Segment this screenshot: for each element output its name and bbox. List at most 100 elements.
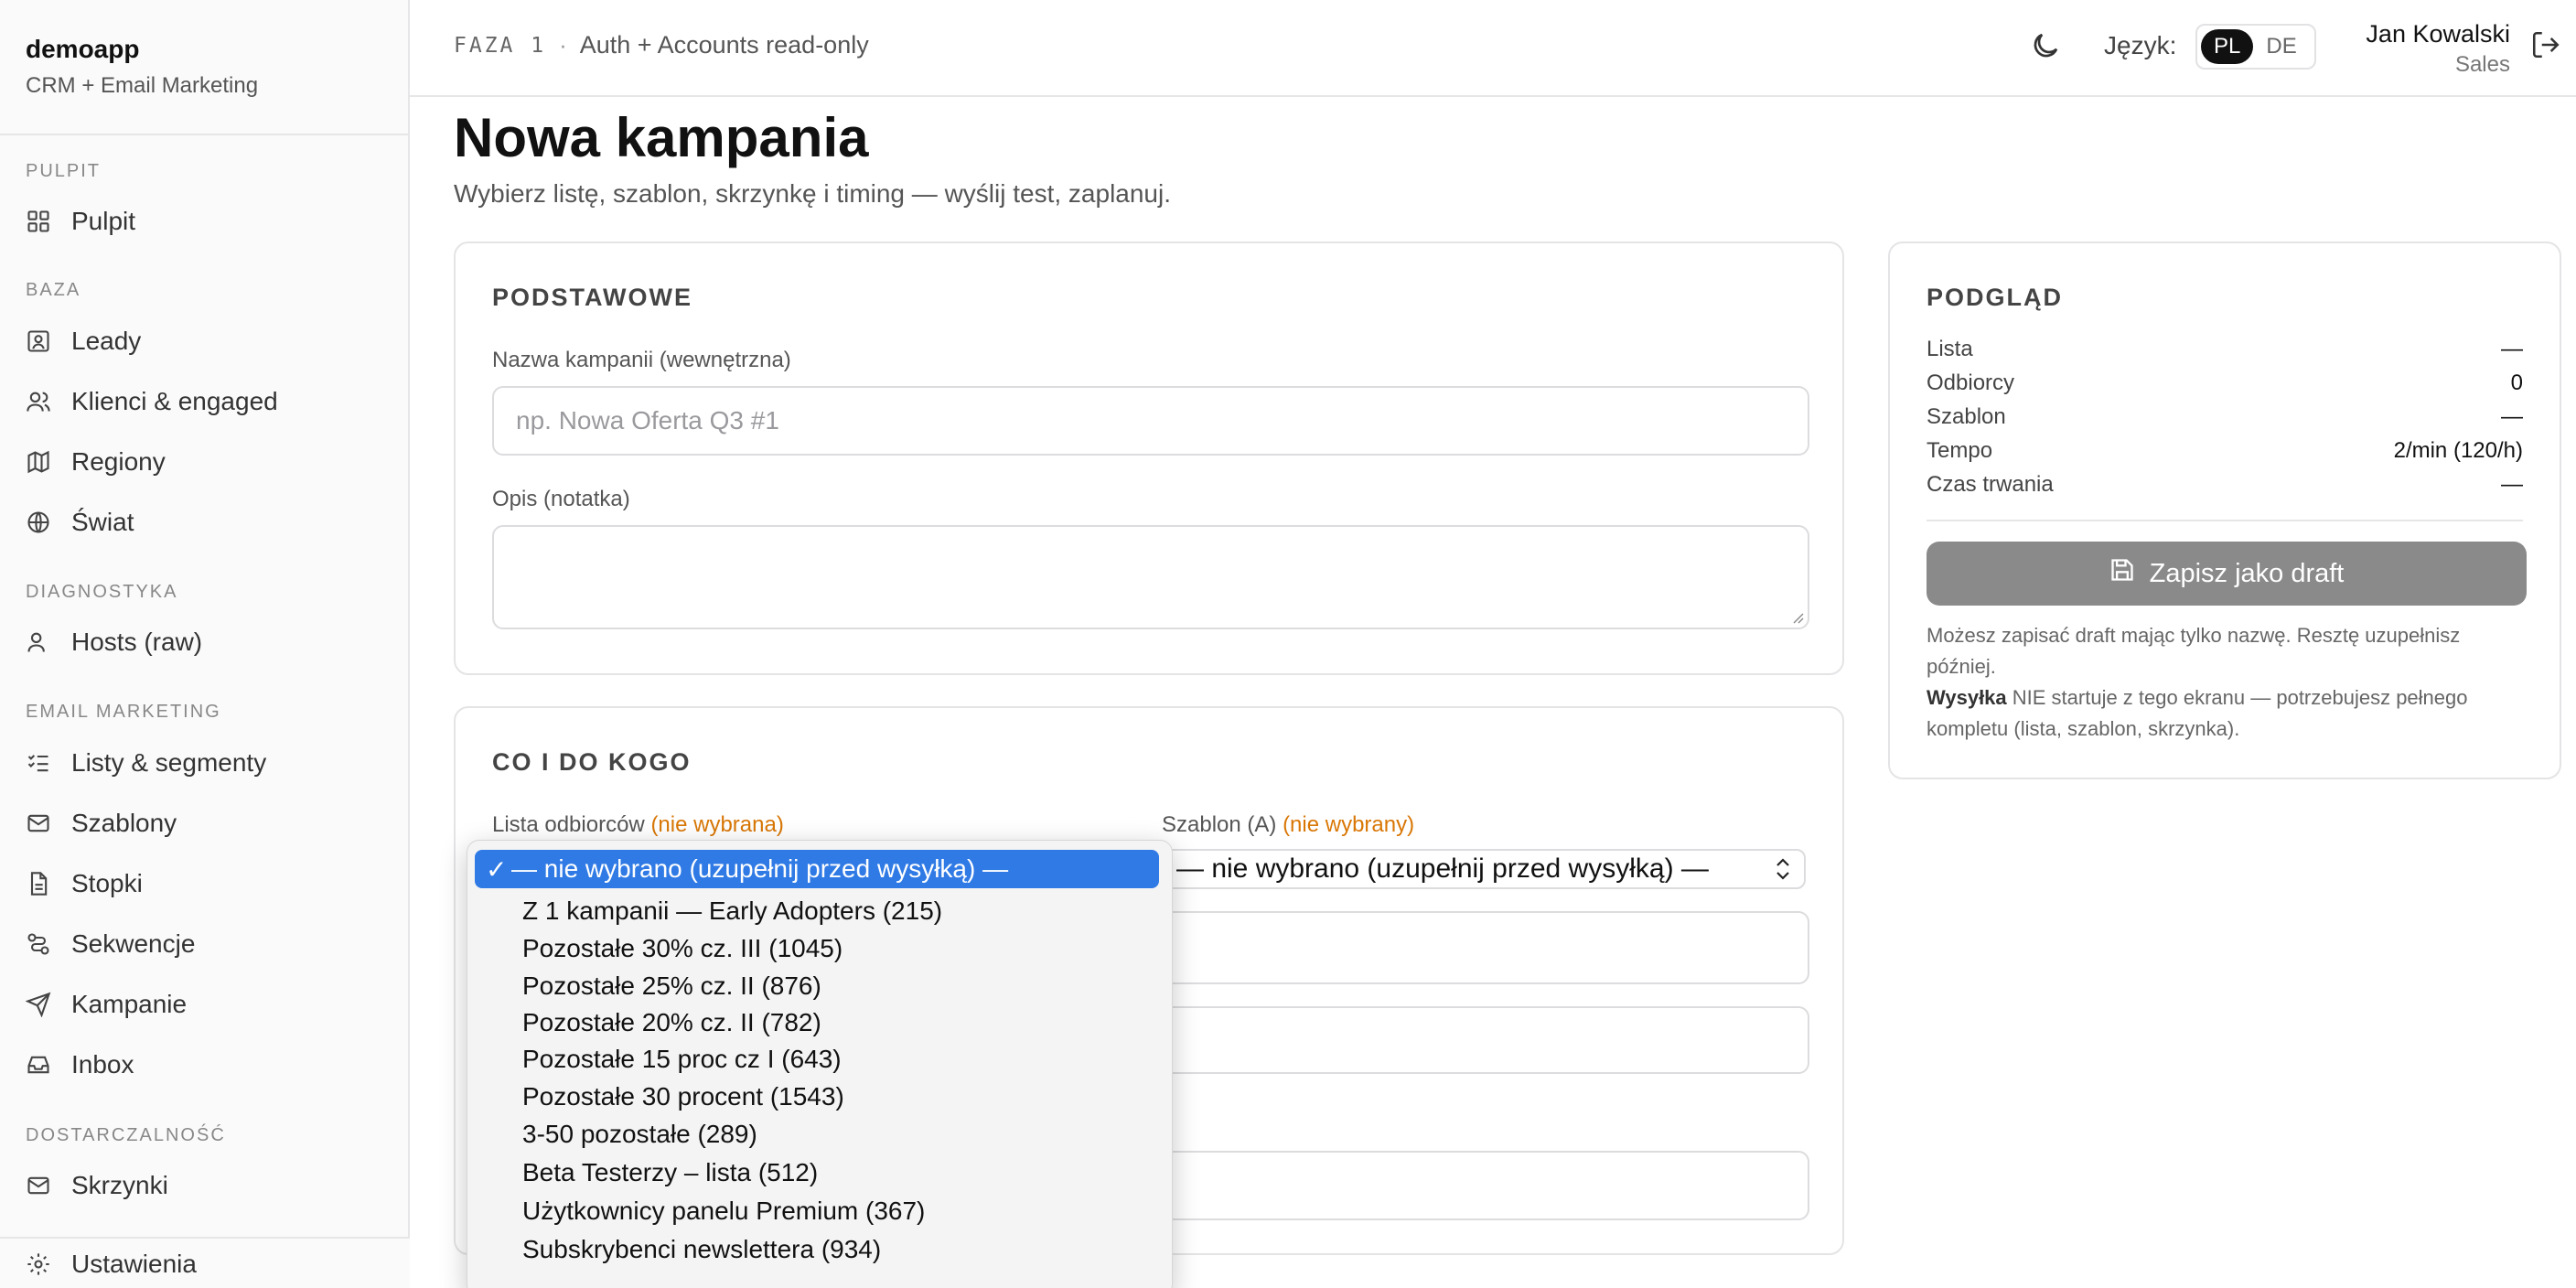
contact-icon	[26, 328, 51, 354]
dropdown-option[interactable]: 3-50 pozostałe (289)	[475, 1115, 1159, 1154]
user-role: Sales	[2454, 52, 2510, 77]
globe-icon	[26, 510, 51, 535]
dark-mode-toggle[interactable]	[2029, 29, 2062, 62]
sidebar-item-ustawienia[interactable]: Ustawienia	[26, 1246, 197, 1283]
preview-row-odbiorcy: Odbiorcy 0	[1927, 370, 2523, 396]
sidebar: demoapp CRM + Email Marketing Pulpit Pul…	[0, 0, 410, 1288]
sidebar-footer: Ustawienia	[0, 1237, 410, 1288]
preview-key: Czas trwania	[1927, 472, 2054, 497]
grid-icon	[26, 209, 51, 234]
sidebar-item-stopki[interactable]: Stopki	[26, 865, 143, 902]
map-icon	[26, 449, 51, 475]
gear-icon	[26, 1251, 51, 1277]
phase-indicator: FAZA 1 · Auth + Accounts read-only	[454, 31, 869, 59]
lang-pl-button[interactable]: PL	[2201, 29, 2254, 64]
save-draft-button[interactable]: Zapisz jako draft	[1927, 542, 2527, 606]
recipient-list-status: (nie wybrana)	[650, 812, 784, 837]
recipient-list-label-text: Lista odbiorców	[492, 812, 645, 837]
preview-value: —	[2501, 337, 2523, 361]
logout-icon	[2530, 31, 2561, 64]
template-label: Szablon (A) (nie wybrany)	[1162, 812, 1414, 838]
brand: demoapp CRM + Email Marketing	[0, 0, 408, 135]
nav-section-dostarczalnosc: Dostarczalność	[26, 1125, 226, 1145]
users-icon	[26, 389, 51, 414]
sidebar-item-klienci[interactable]: Klienci & engaged	[26, 383, 278, 420]
preview-key: Tempo	[1927, 438, 1993, 463]
preview-key: Lista	[1927, 337, 1973, 361]
sidebar-item-kampanie[interactable]: Kampanie	[26, 986, 187, 1023]
dropdown-option[interactable]: Pozostałe 30% cz. III (1045)	[475, 929, 1159, 968]
page-subtitle: Wybierz listę, szablon, skrzynkę i timin…	[454, 179, 1171, 208]
send-note-text: NIE startuje z tego ekranu — potrzebujes…	[1927, 686, 2468, 740]
preview-value: —	[2501, 472, 2523, 497]
preview-value: —	[2501, 404, 2523, 429]
save-draft-label: Zapisz jako draft	[2149, 558, 2345, 588]
template-label-text: Szablon (A)	[1162, 812, 1277, 837]
preview-key: Szablon	[1927, 404, 2006, 429]
dropdown-option[interactable]: Subskrybenci newslettera (934)	[475, 1230, 1159, 1269]
sidebar-item-label: Świat	[71, 508, 134, 536]
campaign-name-input[interactable]	[492, 386, 1809, 456]
sidebar-item-szablony[interactable]: Szablony	[26, 805, 177, 842]
resize-grip-icon[interactable]	[1791, 611, 1804, 624]
dropdown-option[interactable]: Użytkownicy panelu Premium (367)	[475, 1192, 1159, 1230]
campaign-desc-label: Opis (notatka)	[492, 487, 630, 511]
save-icon	[2109, 557, 2150, 590]
preview-card: Podgląd Lista — Odbiorcy 0 Szablon — Tempo 2…	[1888, 242, 2561, 779]
moon-icon	[2029, 33, 2062, 66]
send-note-bold: Wysyłka	[1927, 686, 2007, 709]
phase-description: Auth + Accounts read-only	[579, 31, 869, 59]
sidebar-item-leady[interactable]: Leady	[26, 323, 141, 360]
user-icon	[26, 629, 51, 655]
basics-card: Podstawowe Nazwa kampanii (wewnętrzna) O…	[454, 242, 1844, 675]
route-icon	[26, 931, 51, 957]
sidebar-item-label: Skrzynki	[71, 1171, 168, 1199]
user-name: Jan Kowalski	[2366, 20, 2510, 48]
brand-name: demoapp	[26, 35, 140, 63]
sidebar-item-label: Sekwencje	[71, 929, 196, 958]
template-status: (nie wybrany)	[1283, 812, 1415, 837]
sidebar-item-label: Hosts (raw)	[71, 628, 203, 656]
sidebar-item-regiony[interactable]: Regiony	[26, 444, 166, 480]
preview-key: Odbiorcy	[1927, 370, 2015, 395]
dropdown-option[interactable]: Pozostałe 30 procent (1543)	[475, 1078, 1159, 1116]
page-title: Nowa kampania	[454, 107, 869, 168]
nav-section-email-marketing: Email Marketing	[26, 702, 221, 722]
sidebar-item-label: Regiony	[71, 447, 166, 476]
campaign-desc-textarea[interactable]	[492, 525, 1809, 629]
list-check-icon	[26, 750, 51, 776]
logout-button[interactable]	[2530, 29, 2563, 62]
sidebar-item-label: Kampanie	[71, 990, 188, 1018]
checkmark-icon: ✓	[486, 854, 508, 884]
sidebar-item-hosts[interactable]: Hosts (raw)	[26, 624, 202, 660]
template-select[interactable]: — nie wybrano (uzupełnij przed wysyłką) …	[1162, 849, 1806, 889]
phase-code: FAZA 1	[454, 33, 547, 58]
sidebar-item-swiat[interactable]: Świat	[26, 504, 134, 541]
preview-divider	[1927, 520, 2523, 521]
brand-subtitle: CRM + Email Marketing	[26, 73, 259, 98]
dropdown-option[interactable]: Pozostałe 20% cz. II (782)	[475, 1004, 1159, 1042]
send-icon	[26, 992, 51, 1017]
sidebar-item-skrzynki[interactable]: Skrzynki	[26, 1167, 168, 1204]
preview-row-lista: Lista —	[1927, 337, 2523, 362]
dropdown-option[interactable]: Pozostałe 15 proc cz I (643)	[475, 1040, 1159, 1079]
sidebar-item-listy[interactable]: Listy & segmenty	[26, 745, 266, 781]
chevron-updown-icon	[1773, 856, 1793, 882]
sidebar-item-inbox[interactable]: Inbox	[26, 1046, 134, 1083]
sidebar-item-label: Listy & segmenty	[71, 748, 267, 777]
sidebar-item-sekwencje[interactable]: Sekwencje	[26, 926, 195, 962]
dropdown-option[interactable]: Z 1 kampanii — Early Adopters (215)	[475, 892, 1159, 930]
sidebar-item-label: Stopki	[71, 869, 143, 897]
dropdown-option-selected[interactable]: ✓ — nie wybrano (uzupełnij przed wysyłką…	[475, 850, 1159, 888]
mail-icon	[26, 810, 51, 836]
lang-de-button[interactable]: DE	[2253, 29, 2309, 64]
campaign-name-label: Nazwa kampanii (wewnętrzna)	[492, 348, 791, 372]
campaign-desc-wrapper	[492, 525, 1809, 629]
dropdown-option[interactable]: Pozostałe 25% cz. II (876)	[475, 967, 1159, 1005]
dropdown-option[interactable]: Beta Testerzy – lista (512)	[475, 1154, 1159, 1192]
sidebar-item-label: Ustawienia	[71, 1250, 197, 1278]
sidebar-item-pulpit[interactable]: Pulpit	[26, 203, 135, 240]
language-switch: PL DE	[2195, 24, 2316, 70]
preview-value: 2/min (120/h)	[2393, 438, 2523, 463]
sidebar-item-label: Szablony	[71, 809, 177, 837]
